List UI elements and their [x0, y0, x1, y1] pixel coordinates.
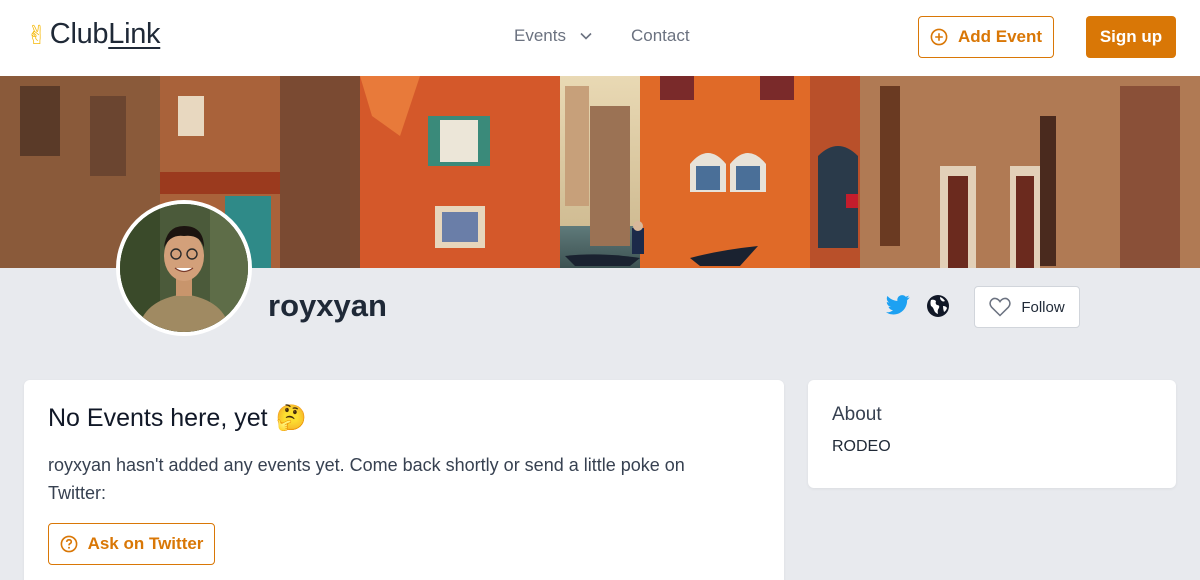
twitter-profile-link[interactable]: [886, 295, 910, 320]
website-link[interactable]: [926, 294, 950, 323]
about-card-text: RODEO: [832, 438, 891, 455]
globe-icon: [927, 295, 949, 317]
add-event-button[interactable]: Add Event: [918, 16, 1054, 58]
profile-username: royxyan: [268, 288, 387, 323]
about-card: About RODEO: [808, 380, 1176, 488]
victory-hand-icon: ✌: [26, 19, 48, 50]
add-event-label: Add Event: [957, 27, 1043, 46]
follow-label: Follow: [1021, 298, 1065, 316]
about-card-title: About: [832, 404, 882, 425]
events-card: No Events here, yet 🤔 royxyan hasn't add…: [24, 380, 784, 580]
logo-text: ClubLink: [49, 18, 161, 50]
nav-events-dropdown[interactable]: Events: [514, 26, 592, 46]
avatar-photo: [120, 204, 248, 332]
nav-events-label: Events: [514, 26, 566, 45]
twitter-icon: [886, 295, 910, 315]
clublink-logo[interactable]: ✌ ClubLink: [26, 18, 161, 50]
sign-up-button[interactable]: Sign up: [1086, 16, 1176, 58]
ask-on-twitter-label: Ask on Twitter: [87, 534, 204, 553]
plus-circle-icon: [930, 28, 948, 46]
thinking-face-icon: 🤔: [275, 404, 307, 432]
question-circle-icon: [60, 535, 77, 553]
ask-on-twitter-button[interactable]: Ask on Twitter: [48, 523, 215, 565]
profile-avatar: [116, 200, 252, 336]
events-card-message: royxyan hasn't added any events yet. Com…: [48, 455, 685, 503]
nav-contact-label: Contact: [631, 26, 690, 45]
top-header: ✌ ClubLink Events Contact Add Event Sign…: [0, 0, 1200, 76]
events-card-title: No Events here, yet 🤔: [48, 404, 307, 432]
heart-icon: [989, 297, 1011, 317]
sign-up-label: Sign up: [1099, 27, 1163, 46]
nav-contact-link[interactable]: Contact: [631, 26, 690, 46]
follow-button[interactable]: Follow: [974, 286, 1080, 328]
chevron-down-icon: [580, 32, 592, 40]
